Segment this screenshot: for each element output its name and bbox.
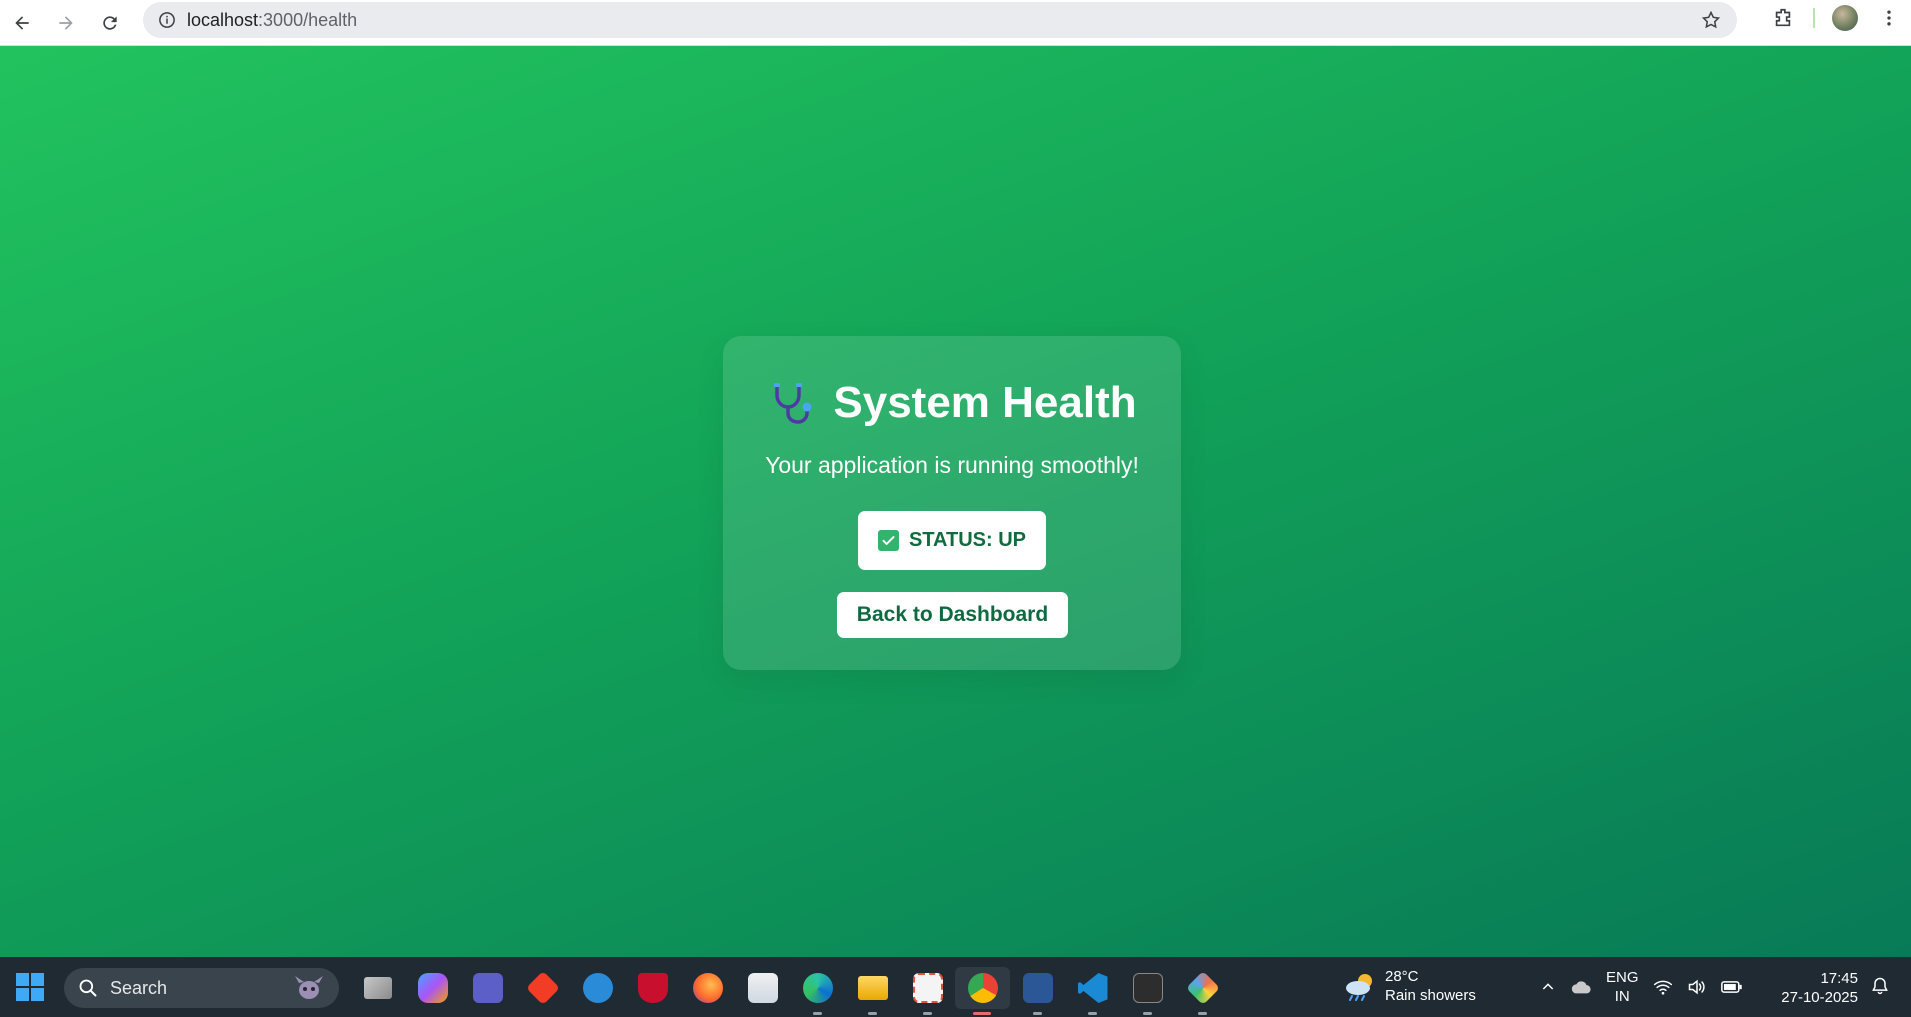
mcafee-icon[interactable] (625, 967, 680, 1009)
reload-button[interactable] (88, 5, 132, 41)
back-to-dashboard-button[interactable]: Back to Dashboard (837, 592, 1068, 638)
page-title: System Health (833, 378, 1137, 427)
chevron-up-icon[interactable] (1540, 979, 1556, 995)
forward-nav-button[interactable] (44, 5, 88, 41)
weather-temp: 28°C (1385, 968, 1419, 985)
copilot-icon[interactable] (405, 967, 460, 1009)
taskbar-search[interactable]: Search (64, 968, 339, 1008)
status-label: STATUS: UP (908, 529, 1027, 551)
volume-icon[interactable] (1687, 978, 1707, 996)
firefox-icon[interactable] (680, 967, 735, 1009)
arrow-right-icon (59, 15, 73, 30)
page-background: System Health Your application is runnin… (0, 46, 1911, 957)
task-view-icon[interactable] (350, 967, 405, 1009)
language-indicator[interactable]: ENG IN (1606, 968, 1639, 1006)
battery-icon[interactable] (1720, 980, 1743, 994)
search-highlight-icon (295, 976, 323, 999)
teams-icon[interactable] (460, 967, 515, 1009)
file-explorer-icon[interactable] (845, 967, 900, 1015)
extensions-icon[interactable] (1761, 0, 1805, 36)
address-bar[interactable]: localhost:3000/health (143, 2, 1737, 38)
status-badge: STATUS: UP (858, 511, 1046, 570)
back-nav-button[interactable] (0, 5, 44, 41)
clock[interactable]: 17:45 27-10-2025 (1770, 969, 1858, 1007)
bookmark-star-icon[interactable] (1701, 10, 1721, 35)
browser-toolbar: localhost:3000/health (0, 0, 1911, 46)
snipping-tool-icon[interactable] (900, 967, 955, 1015)
menu-kebab-icon[interactable] (1867, 0, 1911, 36)
weather-desc: Rain showers (1385, 987, 1476, 1004)
onedrive-cloud-icon[interactable] (1570, 979, 1592, 995)
vscode-icon[interactable] (1065, 967, 1120, 1015)
rain-cloud-icon (1346, 974, 1372, 1001)
health-card: System Health Your application is runnin… (723, 336, 1181, 670)
terminal-icon[interactable] (1120, 967, 1175, 1015)
search-placeholder: Search (110, 977, 168, 998)
wifi-icon[interactable] (1653, 978, 1673, 996)
notification-bell-icon[interactable] (1870, 975, 1890, 1002)
reload-icon (103, 15, 117, 30)
arrow-left-icon (15, 15, 29, 30)
site-info-icon[interactable] (147, 11, 187, 29)
microsoft-store-icon[interactable] (735, 967, 790, 1009)
gitkraken-icon[interactable] (1175, 967, 1230, 1015)
clock-time: 17:45 (1820, 970, 1858, 987)
toolbar-divider (1813, 8, 1815, 28)
word-icon[interactable] (1010, 967, 1065, 1015)
clock-date: 27-10-2025 (1781, 989, 1858, 1006)
chrome-icon[interactable] (955, 967, 1010, 1015)
git-gui-icon[interactable] (515, 967, 570, 1009)
edge-icon[interactable] (790, 967, 845, 1015)
taskbar: Search 28°C Rain showers ENG IN 17:45 27… (0, 957, 1911, 1017)
profile-avatar[interactable] (1823, 0, 1867, 36)
taskbar-apps (350, 967, 1230, 1015)
check-mark-icon (877, 530, 899, 551)
url-text[interactable]: localhost:3000/health (187, 10, 357, 31)
windows-start-icon[interactable] (15, 972, 45, 1002)
weather-widget[interactable]: 28°C Rain showers (1343, 967, 1476, 1005)
help-icon[interactable] (570, 967, 625, 1009)
search-icon (79, 979, 97, 997)
lang-region: IN (1614, 988, 1630, 1005)
stethoscope-icon (767, 379, 815, 427)
title-row: System Health (723, 378, 1181, 428)
system-tray: ENG IN (1540, 967, 1743, 1007)
status-subtitle: Your application is running smoothly! (765, 452, 1139, 478)
lang-code: ENG (1606, 969, 1639, 986)
